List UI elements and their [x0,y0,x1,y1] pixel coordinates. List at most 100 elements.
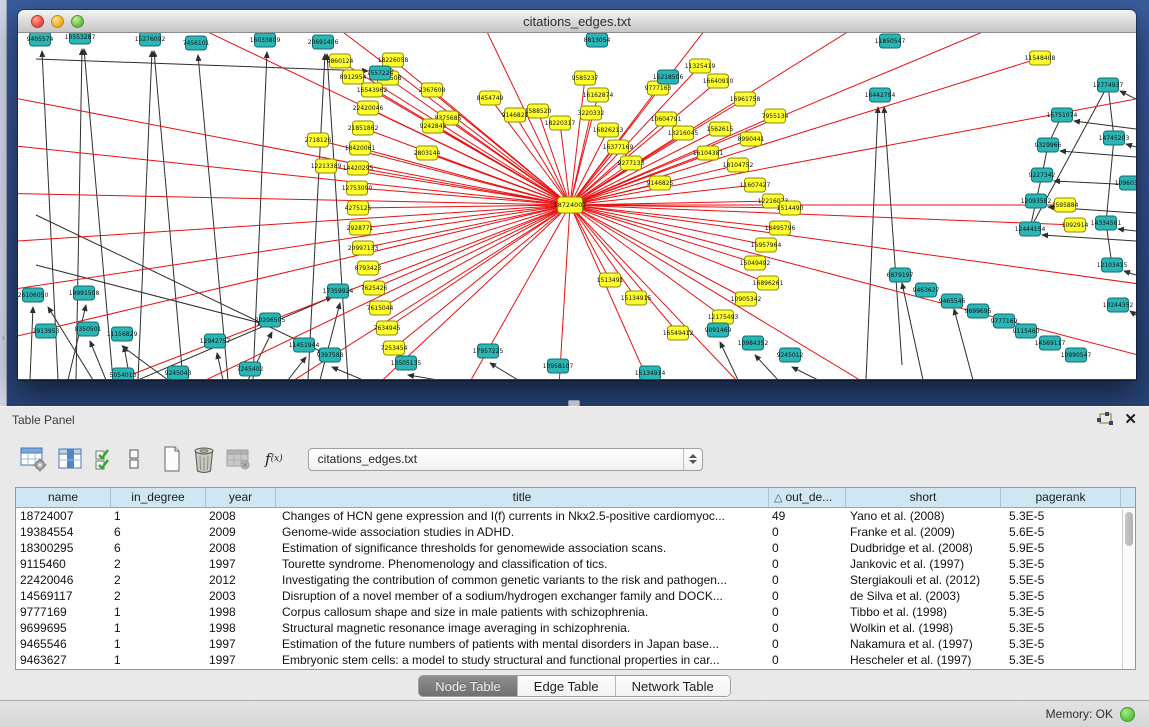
delete-column-button[interactable] [193,444,215,474]
table-cell[interactable]: 9699695 [16,620,111,636]
table-cell[interactable]: 49 [769,508,846,524]
table-cell[interactable]: Tourette syndrome. Phenomenology and cla… [276,556,769,572]
table-cell[interactable]: 5.5E-5 [1001,572,1121,588]
table-options-button[interactable] [20,444,47,474]
table-cell[interactable]: 18724007 [16,508,111,524]
table-cell[interactable]: 6 [111,524,206,540]
column-header-out_de[interactable]: △out_de... [769,488,846,507]
table-cell[interactable]: 9115460 [16,556,111,572]
table-cell[interactable]: 1997 [206,636,276,652]
column-header-title[interactable]: title [276,488,769,507]
column-header-short[interactable]: short [846,488,1001,507]
table-cell[interactable]: 5.9E-5 [1001,540,1121,556]
table-cell[interactable]: Tibbo et al. (1998) [846,604,1001,620]
table-cell[interactable]: 1997 [206,652,276,668]
table-cell[interactable]: 1998 [206,620,276,636]
table-row[interactable]: 969969511998Structural magnetic resonanc… [16,620,1135,636]
table-cell[interactable]: Genome-wide association studies in ADHD. [276,524,769,540]
table-row[interactable]: 1872400712008Changes of HCN gene express… [16,508,1135,524]
table-cell[interactable]: 0 [769,636,846,652]
table-cell[interactable]: 1 [111,636,206,652]
table-selector-dropdown[interactable]: citations_edges.txt [308,448,703,471]
scrollbar-thumb[interactable] [1125,512,1133,546]
table-cell[interactable]: 2 [111,556,206,572]
table-cell[interactable]: 19384554 [16,524,111,540]
table-cell[interactable]: 5.3E-5 [1001,588,1121,604]
table-cell[interactable]: 22420046 [16,572,111,588]
table-cell[interactable]: 1 [111,508,206,524]
table-cell[interactable]: 5.6E-5 [1001,524,1121,540]
table-cell[interactable]: 2009 [206,524,276,540]
vertical-scrollbar[interactable] [1122,509,1135,669]
table-row[interactable]: 977716911998Corpus callosum shape and si… [16,604,1135,620]
table-cell[interactable]: 5.3E-5 [1001,652,1121,668]
table-cell[interactable]: 2 [111,572,206,588]
table-cell[interactable]: Wolkin et al. (1998) [846,620,1001,636]
show-columns-button[interactable] [58,444,83,474]
table-cell[interactable]: Corpus callosum shape and size in male p… [276,604,769,620]
table-cell[interactable]: Estimation of significance thresholds fo… [276,540,769,556]
column-header-pagerank[interactable]: pagerank [1001,488,1121,507]
table-cell[interactable]: Structural magnetic resonance image aver… [276,620,769,636]
table-cell[interactable]: Changes of HCN gene expression and I(f) … [276,508,769,524]
table-cell[interactable]: 0 [769,620,846,636]
table-cell[interactable]: 2012 [206,572,276,588]
table-cell[interactable]: 5.3E-5 [1001,604,1121,620]
table-cell[interactable]: Dudbridge et al. (2008) [846,540,1001,556]
table-cell[interactable]: Hescheler et al. (1997) [846,652,1001,668]
table-cell[interactable]: 9463627 [16,652,111,668]
network-graph[interactable]: 1872400718226058982750816543962224200462… [18,33,1136,379]
table-row[interactable]: 946362711997Embryonic stem cells: a mode… [16,652,1135,668]
tab-node-table[interactable]: Node Table [419,676,518,696]
float-window-icon[interactable] [1096,412,1114,428]
table-cell[interactable]: 5.3E-5 [1001,636,1121,652]
table-row[interactable]: 1830029562008Estimation of significance … [16,540,1135,556]
checklist-button[interactable] [94,444,116,474]
delete-table-button[interactable] [226,444,251,474]
new-column-button[interactable] [162,444,182,474]
table-cell[interactable]: 6 [111,540,206,556]
memory-ok-icon[interactable] [1120,707,1135,722]
table-cell[interactable]: 1 [111,652,206,668]
table-row[interactable]: 911546021997Tourette syndrome. Phenomeno… [16,556,1135,572]
table-cell[interactable]: 5.3E-5 [1001,508,1121,524]
table-row[interactable]: 2242004622012Investigating the contribut… [16,572,1135,588]
table-cell[interactable]: 1 [111,604,206,620]
table-cell[interactable]: 2008 [206,540,276,556]
table-cell[interactable]: Stergiakouli et al. (2012) [846,572,1001,588]
table-cell[interactable]: Embryonic stem cells: a model to study s… [276,652,769,668]
table-cell[interactable]: Franke et al. (2009) [846,524,1001,540]
table-cell[interactable]: 0 [769,524,846,540]
column-header-in_degree[interactable]: in_degree [111,488,206,507]
window-titlebar[interactable]: citations_edges.txt [18,10,1136,33]
table-cell[interactable]: 1997 [206,556,276,572]
close-panel-icon[interactable]: ✕ [1124,412,1137,428]
table-cell[interactable]: de Silva et al. (2003) [846,588,1001,604]
table-cell[interactable]: 9465546 [16,636,111,652]
row-height-button[interactable] [127,444,141,474]
table-cell[interactable]: Investigating the contribution of common… [276,572,769,588]
table-cell[interactable]: 0 [769,652,846,668]
table-cell[interactable]: Jankovic et al. (1997) [846,556,1001,572]
table-cell[interactable]: 2008 [206,508,276,524]
table-row[interactable]: 1938455462009Genome-wide association stu… [16,524,1135,540]
table-cell[interactable]: 2 [111,588,206,604]
table-cell[interactable]: 1998 [206,604,276,620]
table-row[interactable]: 946554611997Estimation of the future num… [16,636,1135,652]
table-cell[interactable]: 2003 [206,588,276,604]
table-cell[interactable]: Disruption of a novel member of a sodium… [276,588,769,604]
panel-collapse-handle[interactable]: › [0,332,7,344]
tab-edge-table[interactable]: Edge Table [518,676,616,696]
table-cell[interactable]: Nakamura et al. (1997) [846,636,1001,652]
table-cell[interactable]: 0 [769,588,846,604]
table-cell[interactable]: 18300295 [16,540,111,556]
network-canvas[interactable]: 1872400718226058982750816543962224200462… [18,33,1136,379]
table-cell[interactable]: 14569117 [16,588,111,604]
function-builder-button[interactable]: f(x) [265,444,283,474]
table-cell[interactable]: 0 [769,556,846,572]
column-header-year[interactable]: year [206,488,276,507]
tab-network-table[interactable]: Network Table [616,676,730,696]
table-cell[interactable]: 0 [769,572,846,588]
table-cell[interactable]: 5.3E-5 [1001,620,1121,636]
table-cell[interactable]: 5.3E-5 [1001,556,1121,572]
